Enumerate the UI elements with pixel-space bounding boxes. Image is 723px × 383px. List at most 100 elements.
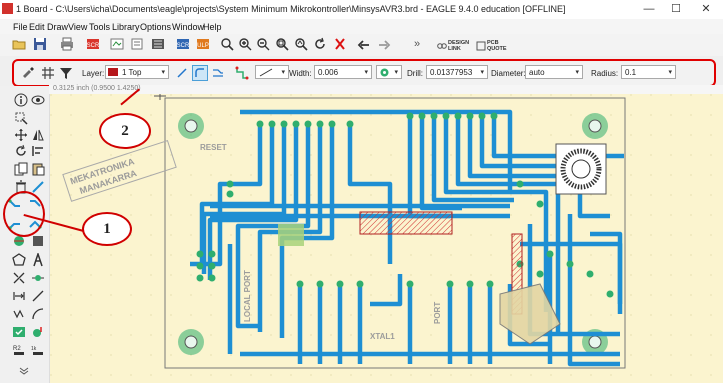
callout-1-highlight	[3, 191, 45, 237]
save-icon[interactable]	[33, 37, 47, 51]
width-select[interactable]: 0.006 ▾	[314, 65, 372, 79]
layer-label: Layer:	[82, 69, 105, 78]
dimension-icon[interactable]	[12, 289, 26, 303]
design-link-button[interactable]: DESIGN LINK	[448, 40, 470, 52]
diameter-value: auto	[529, 68, 545, 77]
menu-draw[interactable]: Draw	[47, 22, 68, 32]
drill-value: 0.01377953	[430, 68, 473, 77]
layer-select[interactable]: 1 Top ▾	[105, 65, 169, 79]
route-mode-icon[interactable]	[234, 65, 250, 81]
arc-icon[interactable]	[31, 307, 45, 321]
maximize-button[interactable]: ☐	[666, 2, 686, 16]
drc-icon[interactable]	[12, 325, 26, 339]
wire-style-select[interactable]: ▾	[255, 65, 289, 79]
ulp-icon[interactable]: ULP	[196, 37, 210, 51]
schematic-icon[interactable]	[130, 37, 144, 51]
chevron-down-icon: ▾	[161, 69, 165, 76]
minimize-button[interactable]: —	[639, 2, 659, 16]
diameter-label: Diameter:	[491, 69, 526, 78]
open-folder-icon[interactable]	[12, 37, 26, 51]
parameter-toolbar: Layer: 1 Top ▾ ▾ Width: 0.006 ▾ ▾ Drill:…	[12, 59, 716, 87]
undo-icon[interactable]	[357, 37, 371, 51]
move-icon[interactable]	[14, 128, 28, 142]
diameter-select[interactable]: auto ▾	[525, 65, 583, 79]
bend-mode-icon[interactable]	[210, 65, 226, 81]
close-button[interactable]: ✕	[696, 2, 716, 16]
svg-text:SCR: SCR	[177, 43, 190, 49]
paste-icon[interactable]	[31, 162, 45, 176]
via-round-icon	[380, 68, 389, 77]
bend-straight-icon[interactable]	[174, 65, 190, 81]
link-icon	[437, 43, 447, 49]
chevron-down-icon[interactable]	[18, 366, 30, 376]
show-icon[interactable]	[31, 93, 45, 107]
bend-arc-icon[interactable]	[192, 65, 208, 81]
zoom-fit-icon[interactable]	[220, 37, 234, 51]
r2-icon[interactable]: R2	[12, 343, 26, 357]
via-shape-select[interactable]: ▾	[376, 65, 402, 79]
brush-icon[interactable]	[20, 65, 36, 81]
align-icon[interactable]	[31, 144, 45, 158]
zoom-select-icon[interactable]	[275, 37, 289, 51]
svg-text:1k: 1k	[31, 346, 37, 352]
toolbar-overflow[interactable]: »	[414, 38, 420, 50]
inductor-component	[555, 143, 607, 195]
mirror-icon[interactable]	[31, 128, 45, 142]
chevron-down-icon: ▾	[575, 69, 579, 76]
polygon-fill-icon[interactable]	[31, 234, 45, 248]
zoom-out-icon[interactable]	[256, 37, 270, 51]
polygon-icon[interactable]	[12, 253, 26, 267]
chevron-down-icon: ▾	[668, 69, 672, 76]
wire-style-icon	[259, 68, 273, 77]
copy-icon[interactable]	[14, 162, 28, 176]
text-icon[interactable]	[31, 253, 45, 267]
print-icon[interactable]	[60, 37, 74, 51]
wire-icon[interactable]	[12, 271, 26, 285]
callout-2: 2	[99, 113, 151, 149]
radius-select[interactable]: 0.1 ▾	[621, 65, 676, 79]
radius-label: Radius:	[591, 69, 619, 78]
hole-icon[interactable]	[31, 271, 45, 285]
rotate-icon[interactable]	[14, 144, 28, 158]
pcb-quote-button[interactable]: PCB QUOTE	[487, 40, 507, 52]
width-label: Width:	[289, 69, 312, 78]
zoom-last-icon[interactable]	[294, 37, 308, 51]
pcb-quote-icon	[476, 41, 486, 51]
menu-help[interactable]: Help	[203, 22, 222, 32]
value-icon[interactable]: 1k	[31, 343, 45, 357]
window-title: 1 Board - C:\Users\icha\Documents\eagle\…	[16, 4, 566, 14]
silk-text-port: PORT	[433, 302, 442, 324]
redo-icon[interactable]	[377, 37, 391, 51]
redraw-icon[interactable]	[313, 37, 327, 51]
split-icon[interactable]	[31, 180, 45, 194]
menu-library[interactable]: Library	[112, 22, 140, 32]
menu-tools[interactable]: Tools	[89, 22, 110, 32]
drill-select[interactable]: 0.01377953 ▾	[426, 65, 488, 79]
miter-icon[interactable]	[12, 307, 26, 321]
board-canvas[interactable]: RESET LOCAL PORT XTAL1 PORT MEKATRONIKA …	[50, 94, 723, 383]
main-toolbar: SCR SCR ULP » DESIGN LINK PCB QUOTE	[0, 34, 723, 57]
cam-processor-icon[interactable]: SCR	[86, 37, 100, 51]
info-icon[interactable]	[14, 93, 28, 107]
stop-icon[interactable]	[333, 37, 347, 51]
grid-icon[interactable]	[40, 65, 56, 81]
library-icon[interactable]	[151, 37, 165, 51]
menu-options[interactable]: Options	[140, 22, 171, 32]
zoom-in-icon[interactable]	[238, 37, 252, 51]
errors-icon[interactable]	[31, 325, 45, 339]
radius-value: 0.1	[625, 68, 637, 77]
line-icon[interactable]	[31, 289, 45, 303]
menu-file[interactable]: File	[13, 22, 28, 32]
menu-window[interactable]: Window	[172, 22, 204, 32]
board-icon[interactable]	[110, 37, 124, 51]
menu-edit[interactable]: Edit	[29, 22, 45, 32]
chevron-down-icon: ▾	[480, 69, 484, 76]
select-icon[interactable]	[14, 111, 28, 125]
drill-label: Drill:	[407, 69, 423, 78]
pcb-layout[interactable]: RESET LOCAL PORT XTAL1 PORT MEKATRONIKA …	[50, 94, 723, 383]
menu-bar: File Edit Draw View Tools Library Option…	[0, 19, 723, 34]
menu-view[interactable]: View	[68, 22, 87, 32]
filter-icon[interactable]	[58, 65, 74, 81]
script-icon[interactable]: SCR	[176, 37, 190, 51]
svg-text:R2: R2	[13, 346, 21, 352]
